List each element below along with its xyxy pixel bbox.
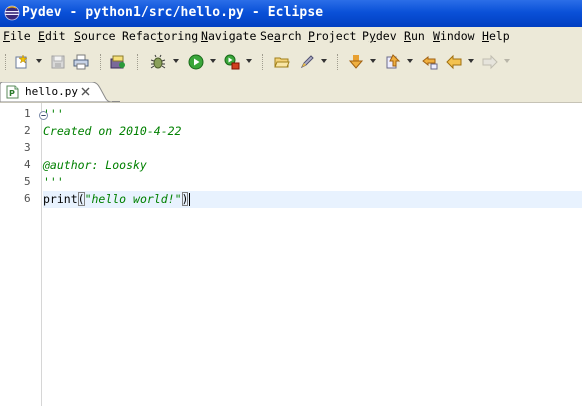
next-annotation-icon: [348, 55, 364, 69]
menu-window[interactable]: Window: [433, 29, 475, 43]
code-line[interactable]: ''': [43, 106, 582, 123]
eclipse-icon: [4, 5, 20, 21]
open-folder-button[interactable]: [272, 52, 292, 72]
line-number: 5: [24, 175, 31, 188]
new-icon: [15, 54, 28, 69]
open-type-button[interactable]: [108, 52, 128, 72]
back-dropdown-arrow[interactable]: [468, 59, 474, 63]
run-dropdown-arrow[interactable]: [210, 59, 216, 63]
last-edit-icon: [422, 55, 438, 70]
menu-source[interactable]: Source: [74, 29, 116, 43]
code-line[interactable]: [43, 140, 582, 157]
current-code-line[interactable]: print("hello world!"): [43, 191, 582, 208]
save-button[interactable]: [48, 52, 68, 72]
run-button[interactable]: [186, 52, 206, 72]
forward-icon: [482, 54, 498, 70]
line-number-gutter: 1 2 3 4 5 6: [8, 103, 48, 406]
line-number: 1: [24, 107, 31, 120]
back-icon: [446, 54, 462, 70]
menu-edit[interactable]: Edit: [38, 29, 66, 43]
title-bar: Pydev - python1/src/hello.py - Eclipse: [0, 0, 582, 28]
line-number: 4: [24, 158, 31, 171]
svg-text:P: P: [9, 89, 15, 98]
toolbar-separator: [100, 54, 103, 70]
code-line[interactable]: Created on 2010-4-22: [43, 123, 582, 140]
toolbar-separator: [337, 54, 340, 70]
next-annotation-dropdown-arrow[interactable]: [370, 59, 376, 63]
tab-label: hello.py: [25, 85, 78, 98]
menu-project[interactable]: Project: [308, 29, 356, 43]
previous-annotation-button[interactable]: [383, 52, 403, 72]
menu-bar: File Edit Source Refactoring Navigate Se…: [0, 27, 582, 46]
menu-navigate[interactable]: Navigate: [201, 29, 256, 43]
pen-button[interactable]: [297, 52, 317, 72]
window-title: Pydev - python1/src/hello.py - Eclipse: [22, 5, 324, 20]
text-caret: [189, 193, 191, 206]
open-folder-icon: [274, 57, 290, 68]
close-icon[interactable]: [80, 86, 91, 97]
line-number: 2: [24, 124, 31, 137]
next-annotation-button[interactable]: [346, 52, 366, 72]
pen-dropdown-arrow[interactable]: [321, 59, 327, 63]
previous-annotation-icon: [386, 54, 401, 69]
editor-tab-strip: P hello.py: [0, 82, 582, 102]
print-icon: [73, 54, 89, 70]
pen-icon: [300, 55, 314, 69]
last-edit-button[interactable]: [420, 52, 440, 72]
previous-annotation-dropdown-arrow[interactable]: [407, 59, 413, 63]
new-button[interactable]: [12, 52, 32, 72]
code-line[interactable]: ''': [43, 174, 582, 191]
open-type-icon: [110, 55, 125, 69]
menu-search[interactable]: Search: [260, 29, 302, 43]
external-tools-icon: [224, 54, 240, 70]
toolbar-separator: [137, 54, 140, 70]
menu-help[interactable]: Help: [482, 29, 510, 43]
main-toolbar: [0, 46, 582, 83]
menu-file[interactable]: File: [3, 29, 31, 43]
back-button[interactable]: [444, 52, 464, 72]
forward-button[interactable]: [480, 52, 500, 72]
line-number: 6: [24, 192, 31, 205]
menu-run[interactable]: Run: [404, 29, 425, 43]
code-editor[interactable]: 1 2 3 4 5 6 ''' Created on 2010-4-22 @au…: [0, 102, 582, 406]
debug-button[interactable]: [148, 52, 168, 72]
line-number: 3: [24, 141, 31, 154]
print-button[interactable]: [71, 52, 91, 72]
tab-hello-py[interactable]: P hello.py: [0, 82, 120, 102]
python-file-icon: P: [6, 85, 19, 99]
debug-dropdown-arrow[interactable]: [173, 59, 179, 63]
save-icon: [51, 55, 65, 69]
forward-dropdown-arrow[interactable]: [504, 59, 510, 63]
annotation-ruler: [0, 103, 8, 406]
menu-refactoring[interactable]: Refactoring: [122, 29, 198, 43]
external-tools-dropdown-arrow[interactable]: [246, 59, 252, 63]
code-line[interactable]: @author: Loosky: [43, 157, 582, 174]
menu-pydev[interactable]: Pydev: [362, 29, 397, 43]
toolbar-separator: [262, 54, 265, 70]
debug-icon: [150, 54, 166, 69]
new-dropdown-arrow[interactable]: [36, 59, 42, 63]
toolbar-separator: [5, 54, 8, 70]
run-icon: [188, 54, 204, 70]
external-tools-button[interactable]: [222, 52, 242, 72]
